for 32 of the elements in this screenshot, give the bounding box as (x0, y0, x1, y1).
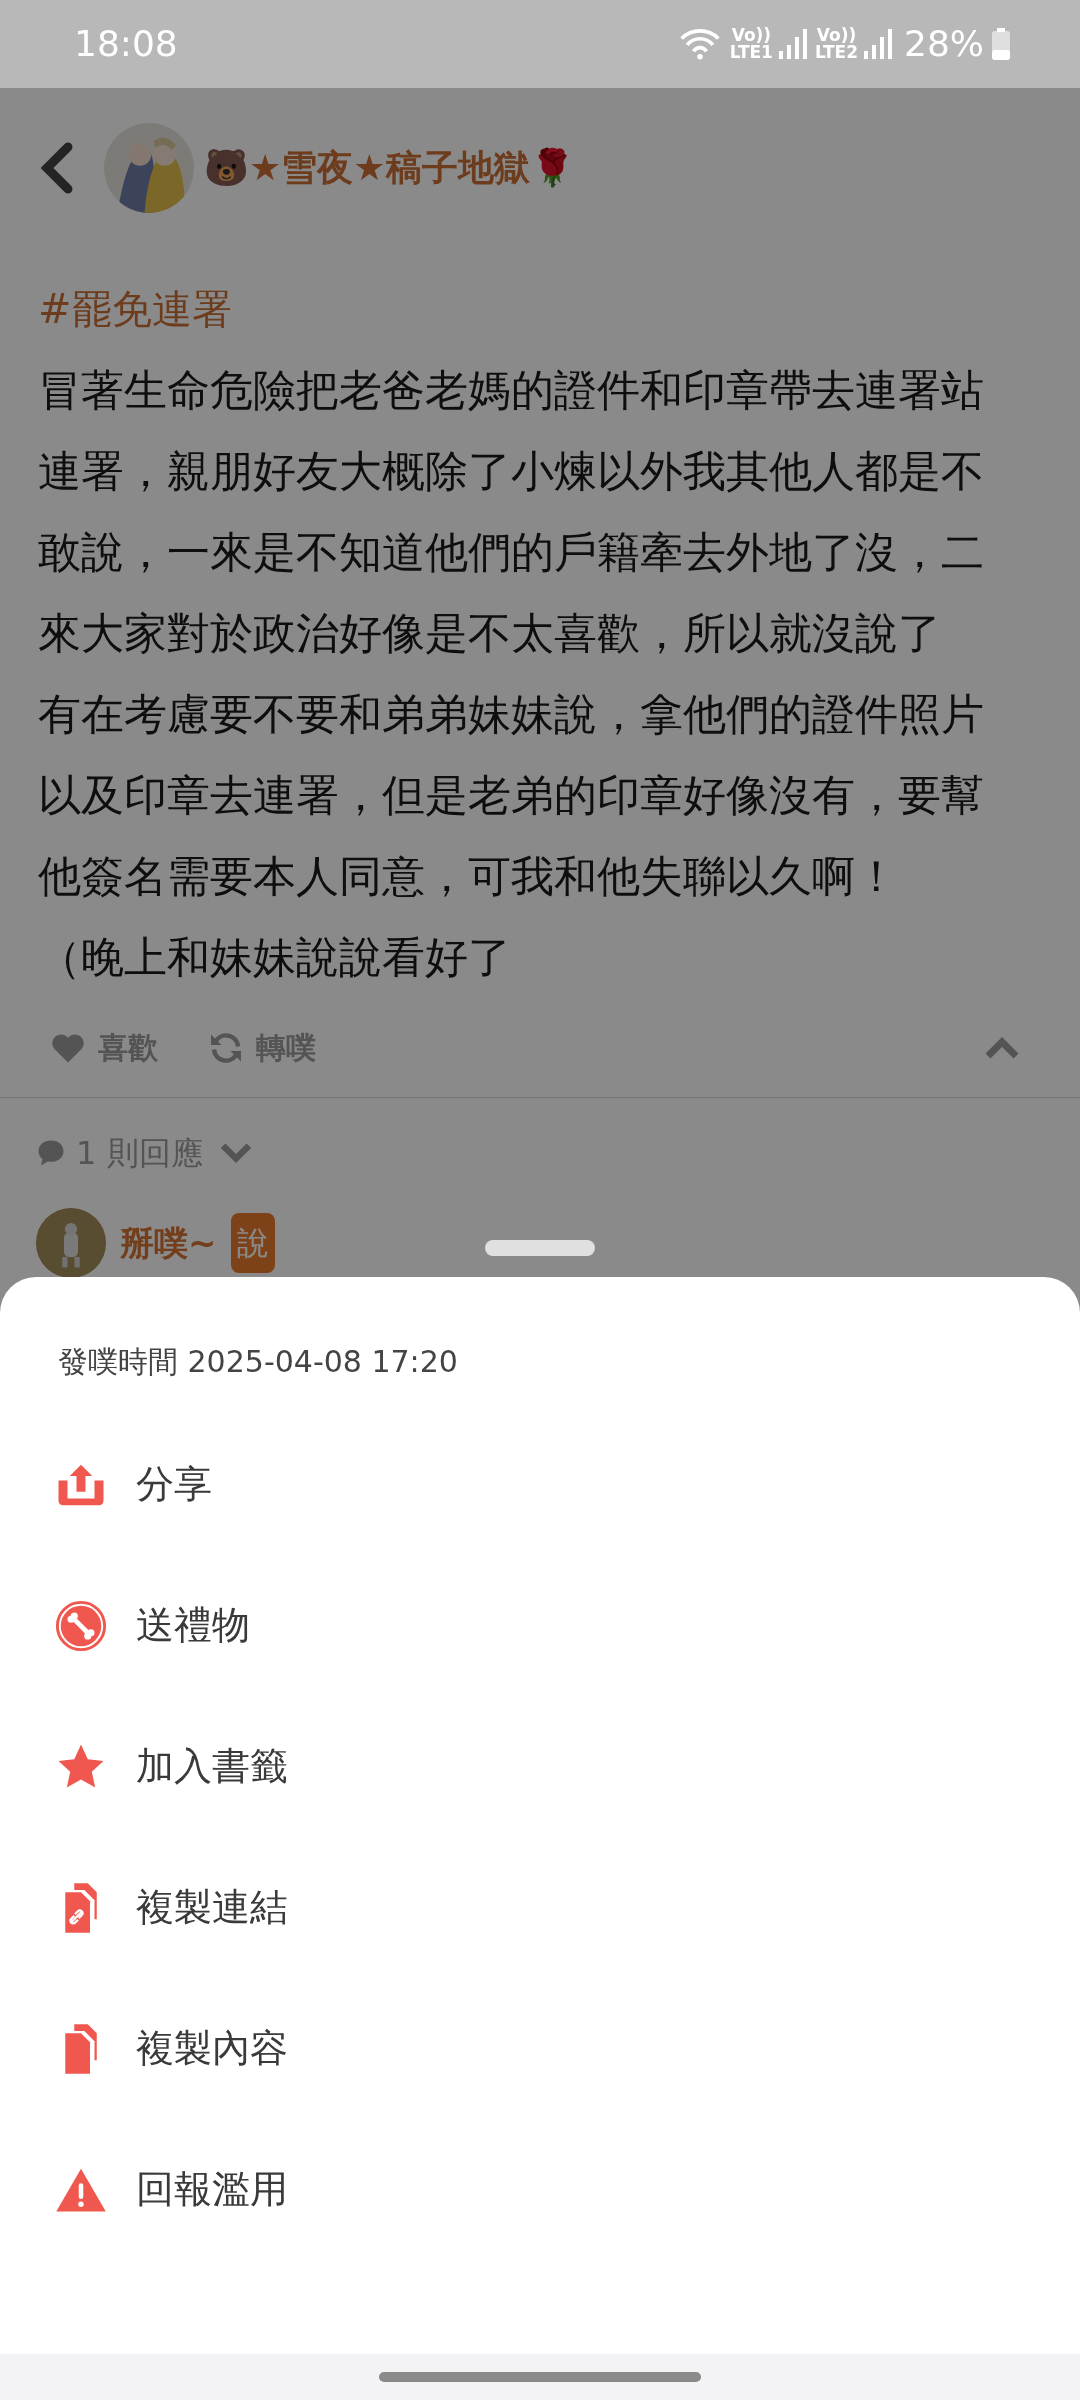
status-time: 18:08 (74, 22, 178, 66)
network-label: LTE2 (814, 44, 858, 61)
comment-icon (36, 1138, 66, 1168)
back-icon[interactable] (38, 141, 74, 195)
reply-qualifier-badge: 說 (230, 1213, 275, 1273)
bone-icon (54, 1598, 108, 1653)
menu-item[interactable]: 送禮物 (0, 1555, 1080, 1696)
post-text-line: 冒著生命危險把老爸老媽的證件和印章帶去連署站 (38, 364, 985, 417)
chevron-down-icon (218, 1142, 253, 1164)
collapse-icon[interactable] (984, 1035, 1020, 1060)
post-text-line: 以及印章去連署，但是老弟的印章好像沒有，要幫 (38, 769, 985, 822)
signal-icon (864, 29, 892, 59)
drag-handle[interactable] (485, 1240, 595, 1256)
signal-icon (778, 29, 807, 59)
menu-item[interactable]: 分享 (0, 1414, 1080, 1555)
post-text-line: （晚上和妹妹說說看好了 (38, 931, 512, 984)
network-label: LTE1 (729, 44, 773, 61)
menu-item[interactable]: 複製內容 (0, 1978, 1080, 2119)
menu-item[interactable]: 加入書籤 (0, 1696, 1080, 1837)
battery-percent: 28% (904, 22, 984, 66)
post-text-line: 他簽名需要本人同意，可我和他失聯以久啊！ (38, 850, 899, 903)
post-text-line: 有在考慮要不要和弟弟妹妹說，拿他們的證件照片 (38, 688, 985, 741)
posted-time: 發噗時間 2025-04-08 17:20 (57, 1343, 459, 1381)
volte-label: Vo)) (816, 27, 857, 44)
menu-item[interactable]: 複製連結 (0, 1837, 1080, 1978)
post-text-line: 連署，親朋好友大概除了小煉以外我其他人都是不 (38, 445, 985, 498)
heart-icon (50, 1031, 86, 1064)
menu-item[interactable]: 回報濫用 (0, 2119, 1080, 2260)
volte-label: Vo)) (731, 27, 772, 44)
post-text-line: 敢說，一來是不知道他們的戶籍牽去外地了沒，二 (38, 526, 985, 579)
battery-icon (992, 28, 1010, 60)
post-text-line: 來大家對於政治好像是不太喜歡，所以就沒說了 (38, 607, 942, 660)
